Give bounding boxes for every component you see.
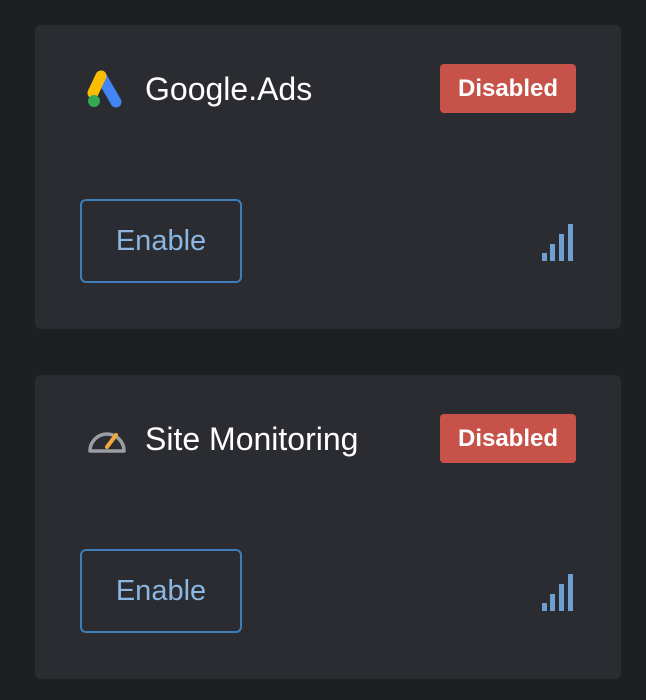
google-ads-icon [85, 69, 129, 109]
card-title: Google.Ads [145, 71, 313, 107]
status-badge: Disabled [440, 64, 576, 113]
signal-strength-icon [540, 573, 576, 611]
enable-button[interactable]: Enable [80, 549, 242, 633]
integration-card-google-ads: Google.Ads Disabled Enable [35, 25, 621, 329]
status-badge: Disabled [440, 414, 576, 463]
card-title: Site Monitoring [145, 421, 359, 457]
signal-strength-icon [540, 223, 576, 261]
integration-card-site-monitoring: Site Monitoring Disabled Enable [35, 375, 621, 679]
speedometer-icon [85, 419, 129, 459]
enable-button[interactable]: Enable [80, 199, 242, 283]
